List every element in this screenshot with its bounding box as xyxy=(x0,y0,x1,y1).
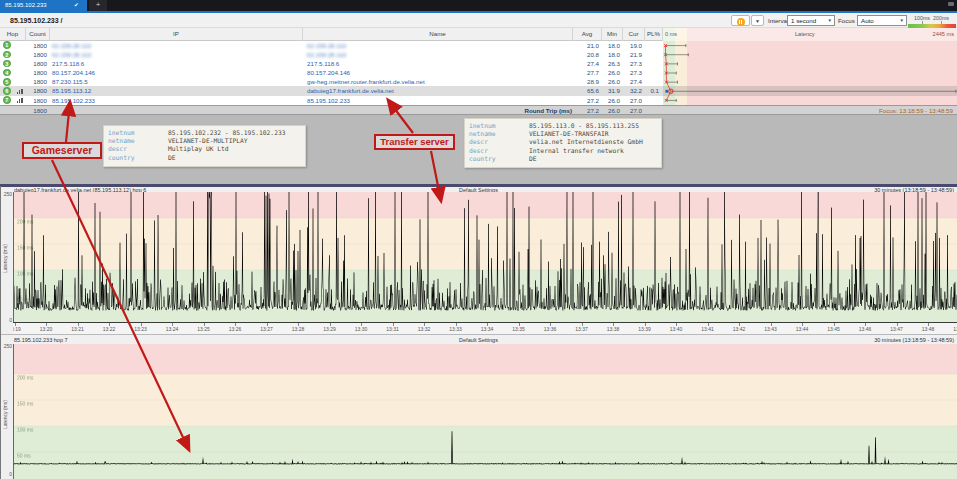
pause-icon xyxy=(737,18,745,26)
annotation-label-1: Gameserver xyxy=(22,142,102,159)
graph1-plot[interactable] xyxy=(13,192,957,322)
whois-key: netname xyxy=(108,137,168,145)
time-tick-label: 13:36 xyxy=(544,326,557,332)
pingplotter-window: 85.195.102.233 ✔ + 85.195.102.233 / ▼ In… xyxy=(0,0,957,479)
time-tick-label: 13:26 xyxy=(229,326,242,332)
time-tick-label: 13:19 xyxy=(13,326,21,332)
window-left-edge xyxy=(0,186,1,479)
time-tick-label: 13:22 xyxy=(103,326,116,332)
column-header-cur[interactable]: Cur xyxy=(623,28,645,41)
whois-value: Multiplay UK Ltd xyxy=(168,145,229,152)
whois-value: DE xyxy=(529,155,537,162)
column-header-ip[interactable]: IP xyxy=(50,28,303,41)
column-header-count[interactable]: Count xyxy=(26,28,50,41)
whois-value: Internal transfer network xyxy=(529,147,624,154)
latency-max-label: 2445 ms xyxy=(933,28,954,41)
time-tick-label: 13:37 xyxy=(575,326,588,332)
time-tick-label: 13:27 xyxy=(260,326,273,332)
time-tick-label: 13:44 xyxy=(796,326,809,332)
focus-label: Focus xyxy=(838,15,855,26)
column-header-min[interactable]: Min xyxy=(602,28,623,41)
trace-address: 85.195.102.233 / xyxy=(10,13,63,28)
time-tick-label: 13:30 xyxy=(355,326,368,332)
time-tick-label: 13:46 xyxy=(859,326,872,332)
time-tick-label: 13:34 xyxy=(481,326,494,332)
table-header: HopCountIPNameAvgMinCurPL%0 ms Latency 244… xyxy=(0,28,957,41)
graph2-y-axis: 250 Latency (ms) 0 xyxy=(0,344,13,479)
interval-select[interactable]: 1 second▼ xyxy=(787,15,835,26)
time-tick-label: 13:41 xyxy=(701,326,714,332)
whois-key: descr xyxy=(469,138,529,146)
graph2-settings-label: Default Settings xyxy=(459,337,498,344)
time-tick-label: 13:40 xyxy=(670,326,683,332)
time-tick-label: 13:35 xyxy=(512,326,525,332)
whois-tooltip-2: inetnum85.195.113.0 - 85.195.113.255netn… xyxy=(464,118,662,168)
whois-key: country xyxy=(108,154,168,162)
latency-min-label: 0 ms xyxy=(665,28,677,41)
time-tick-label: 13:49 xyxy=(953,326,957,332)
whois-key: inetnum xyxy=(108,129,168,137)
time-tick-label: 13:43 xyxy=(764,326,777,332)
graph2-header: 85.195.102.233 hop 7 Default Settings 30… xyxy=(0,335,957,344)
graph2-title: 85.195.102.233 hop 7 xyxy=(14,337,68,344)
graph1-time-axis: 13:19 13:20 13:21 13:22 13:23 13:24 13:25 13:26… xyxy=(13,322,957,334)
whois-key: netname xyxy=(469,130,529,138)
time-tick-label: 13:28 xyxy=(292,326,305,332)
whois-key: inetnum xyxy=(469,122,529,130)
time-tick-label: 13:33 xyxy=(449,326,462,332)
time-tick-label: 13:32 xyxy=(418,326,431,332)
time-tick-label: 13:21 xyxy=(71,326,84,332)
time-tick-label: 13:42 xyxy=(733,326,746,332)
whois-value: VELIANET-DE-TRANSFAIR xyxy=(529,130,609,137)
pause-dropdown-button[interactable]: ▼ xyxy=(751,15,764,26)
pause-button[interactable] xyxy=(731,15,750,26)
trace-table: 1180062.158.28.11062.158.28.11021.018.01… xyxy=(0,41,957,105)
whois-value: 85.195.113.0 - 85.195.113.255 xyxy=(529,122,639,129)
time-tick-label: 13:23 xyxy=(134,326,147,332)
time-tick-label: 13:47 xyxy=(890,326,903,332)
window-control-icon[interactable] xyxy=(948,2,954,6)
time-tick-label: 13:38 xyxy=(607,326,620,332)
time-tick-label: 13:39 xyxy=(638,326,651,332)
annotation-label-2: Transfer server xyxy=(374,134,455,150)
chevron-down-icon: ▼ xyxy=(900,16,904,26)
whois-value: velia.net Internetdienste GmbH xyxy=(529,138,643,145)
toolbar: 85.195.102.233 / ▼ Interval 1 second▼ Fo… xyxy=(0,13,957,28)
column-header-name[interactable]: Name xyxy=(303,28,573,41)
new-tab-button[interactable]: + xyxy=(89,0,107,11)
chevron-down-icon: ▼ xyxy=(828,16,832,26)
time-tick-label: 13:20 xyxy=(40,326,53,332)
graph2-timespan-label: 30 minutes (13:18:59 - 13:48:59) xyxy=(874,337,954,344)
whois-key: descr xyxy=(469,147,529,155)
time-tick-label: 13:29 xyxy=(323,326,336,332)
time-tick-label: 13:45 xyxy=(827,326,840,332)
latency-title: Latency xyxy=(795,28,815,41)
time-tick-label: 13:24 xyxy=(166,326,179,332)
column-header-hop[interactable]: Hop xyxy=(0,28,26,41)
whois-key: country xyxy=(469,155,529,163)
time-tick-label: 13:31 xyxy=(386,326,399,332)
interval-label: Interval xyxy=(768,15,788,26)
tab-bar: 85.195.102.233 ✔ + xyxy=(0,0,957,11)
whois-key: descr xyxy=(108,145,168,153)
time-tick-label: 13:25 xyxy=(197,326,210,332)
round-trip-row: 1800Round Trip (ms)27.226.027.0Focus: 13… xyxy=(0,105,957,115)
whois-tooltip-1: inetnum85.195.102.232 - 85.195.102.233ne… xyxy=(103,125,306,167)
axis-corner xyxy=(0,322,13,334)
column-header-pl[interactable]: PL% xyxy=(645,28,663,41)
latency-color-scale xyxy=(908,24,956,28)
whois-value: VELIANET-DE-MULTIPLAY xyxy=(168,137,248,144)
graph1-y-axis: 250 Latency (ms) 0 xyxy=(0,193,13,322)
graph2-plot[interactable] xyxy=(13,344,957,479)
focus-select[interactable]: Auto▼ xyxy=(857,15,907,26)
whois-value: 85.195.102.232 - 85.195.102.233 xyxy=(168,129,286,136)
whois-value: DE xyxy=(168,154,176,161)
column-header-avg[interactable]: Avg xyxy=(573,28,602,41)
latency-markers xyxy=(0,41,957,105)
time-tick-label: 13:48 xyxy=(922,326,935,332)
check-icon: ✔ xyxy=(74,0,86,11)
